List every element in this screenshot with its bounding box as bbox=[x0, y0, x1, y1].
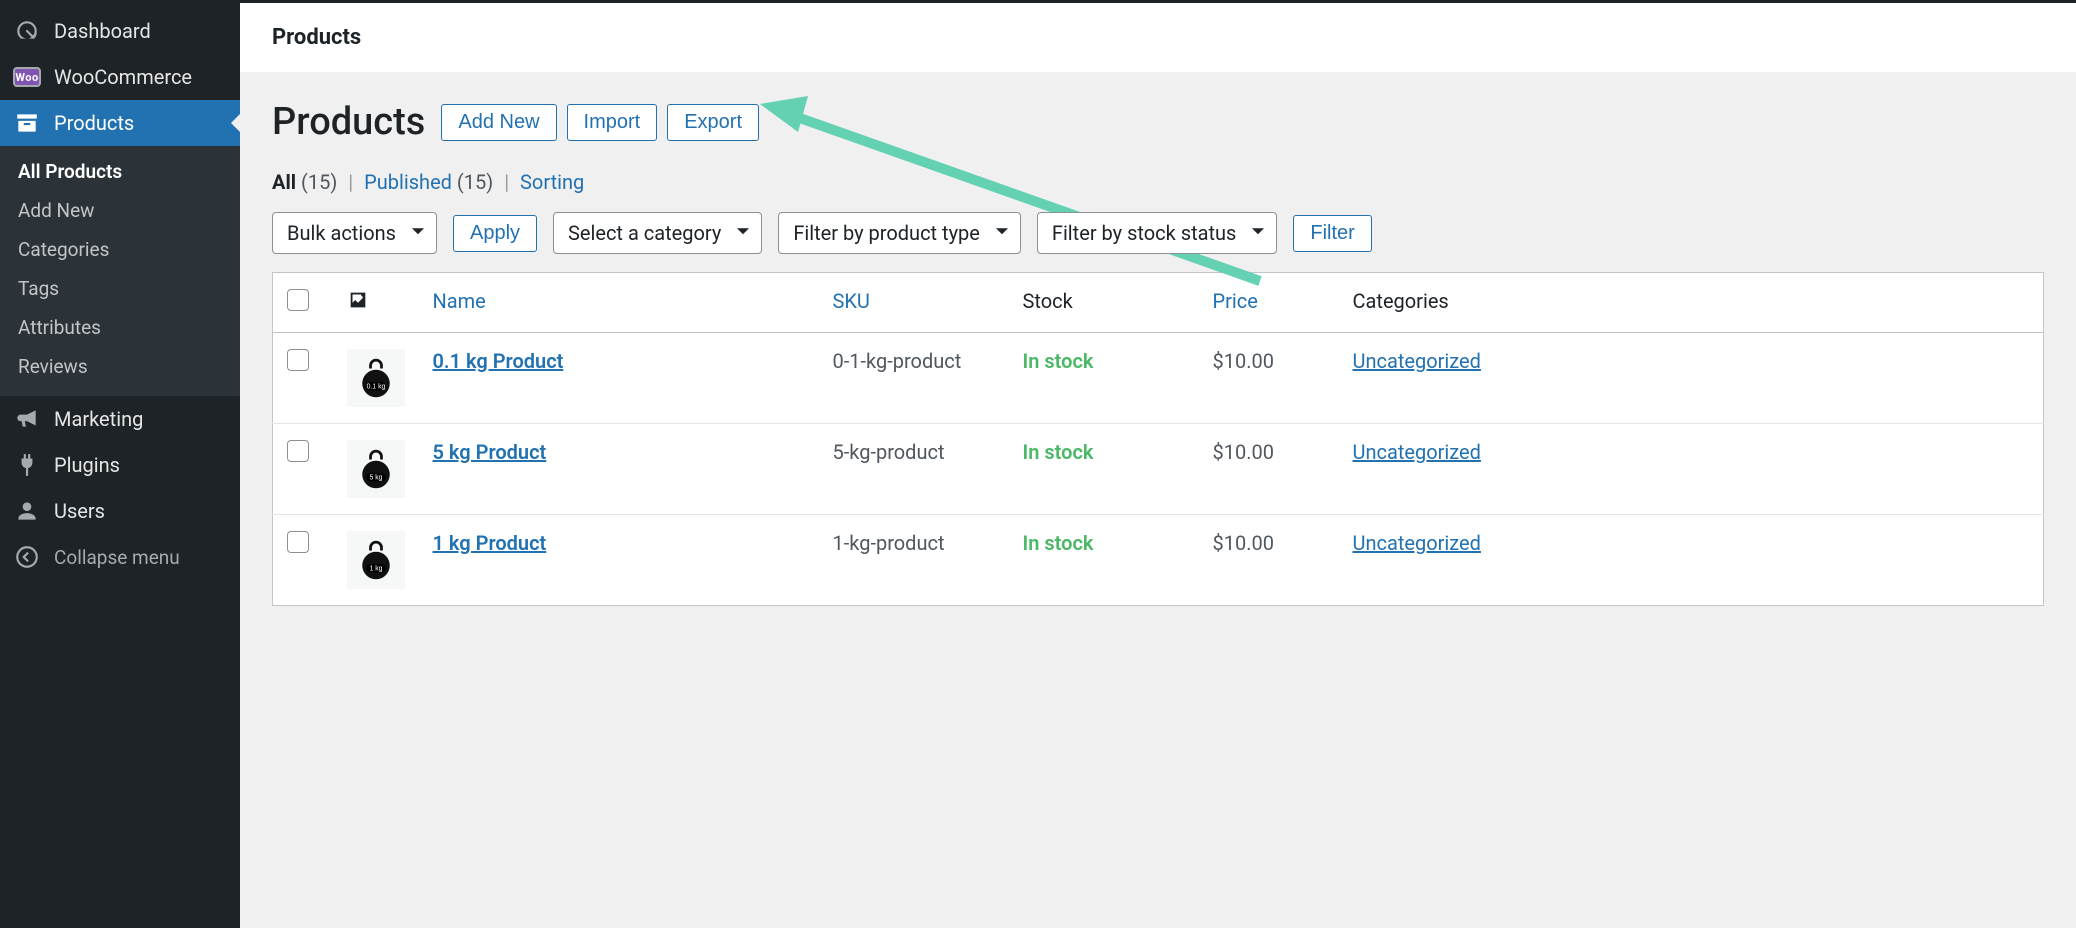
filter-all-label[interactable]: All bbox=[272, 170, 296, 194]
product-sku: 5-kg-product bbox=[819, 424, 1009, 515]
status-filter-links: All (15) | Published (15) | Sorting bbox=[272, 170, 2044, 194]
filter-all-count: (15) bbox=[301, 170, 337, 194]
product-category-link[interactable]: Uncategorized bbox=[1353, 440, 1481, 464]
apply-button[interactable]: Apply bbox=[453, 215, 537, 252]
sidebar-item-dashboard[interactable]: Dashboard bbox=[0, 8, 240, 54]
megaphone-icon bbox=[14, 406, 40, 432]
add-new-button[interactable]: Add New bbox=[441, 104, 556, 141]
product-category-link[interactable]: Uncategorized bbox=[1353, 349, 1481, 373]
products-table: Name SKU Stock Price Categories 0.1 kg 0… bbox=[272, 272, 2044, 606]
product-thumbnail[interactable]: 0.1 kg bbox=[347, 349, 405, 407]
product-thumbnail[interactable]: 5 kg bbox=[347, 440, 405, 498]
user-icon bbox=[14, 498, 40, 524]
stock-status-select[interactable]: Filter by stock status bbox=[1037, 212, 1278, 254]
page-title-row: Products Add New Import Export bbox=[272, 100, 2044, 144]
sidebar-sub-tags[interactable]: Tags bbox=[0, 269, 240, 308]
header-title: Products bbox=[272, 25, 2044, 50]
product-category-link[interactable]: Uncategorized bbox=[1353, 531, 1481, 555]
sidebar-label: WooCommerce bbox=[54, 65, 192, 89]
content-area: Products Add New Import Export All (15) … bbox=[240, 72, 2076, 634]
collapse-icon bbox=[14, 544, 40, 570]
product-type-select[interactable]: Filter by product type bbox=[778, 212, 1021, 254]
svg-text:1 kg: 1 kg bbox=[369, 565, 382, 572]
product-name-link[interactable]: 5 kg Product bbox=[433, 440, 547, 464]
table-row: 1 kg 1 kg Product 1-kg-product In stock … bbox=[273, 515, 2044, 606]
sidebar-label: Plugins bbox=[54, 453, 120, 477]
filters-row: Bulk actions Apply Select a category Fil… bbox=[272, 212, 2044, 254]
header-bar: Products bbox=[240, 0, 2076, 72]
product-stock: In stock bbox=[1023, 531, 1094, 555]
product-sku: 0-1-kg-product bbox=[819, 333, 1009, 424]
main-content: Products Products Add New Import Export … bbox=[240, 0, 2076, 928]
filter-button[interactable]: Filter bbox=[1293, 215, 1371, 252]
filter-sorting[interactable]: Sorting bbox=[520, 170, 584, 194]
sidebar-item-marketing[interactable]: Marketing bbox=[0, 396, 240, 442]
gauge-icon bbox=[14, 18, 40, 44]
sidebar-label: Marketing bbox=[54, 407, 143, 431]
sidebar-label: Dashboard bbox=[54, 19, 151, 43]
row-checkbox[interactable] bbox=[287, 531, 309, 553]
sidebar-label: Collapse menu bbox=[54, 546, 180, 569]
row-checkbox[interactable] bbox=[287, 440, 309, 462]
product-price: $10.00 bbox=[1199, 424, 1339, 515]
sidebar-label: Users bbox=[54, 499, 105, 523]
woocommerce-icon: Woo bbox=[14, 64, 40, 90]
col-header-sku[interactable]: SKU bbox=[819, 273, 1009, 333]
select-all-checkbox[interactable] bbox=[287, 289, 309, 311]
product-thumbnail[interactable]: 1 kg bbox=[347, 531, 405, 589]
category-select[interactable]: Select a category bbox=[553, 212, 762, 254]
bulk-actions-select[interactable]: Bulk actions bbox=[272, 212, 437, 254]
sidebar-submenu-products: All Products Add New Categories Tags Att… bbox=[0, 146, 240, 396]
export-button[interactable]: Export bbox=[667, 104, 759, 141]
product-stock: In stock bbox=[1023, 349, 1094, 373]
product-sku: 1-kg-product bbox=[819, 515, 1009, 606]
sidebar-item-woocommerce[interactable]: Woo WooCommerce bbox=[0, 54, 240, 100]
row-checkbox[interactable] bbox=[287, 349, 309, 371]
table-row: 5 kg 5 kg Product 5-kg-product In stock … bbox=[273, 424, 2044, 515]
col-header-stock: Stock bbox=[1009, 273, 1199, 333]
sidebar-label: Products bbox=[54, 111, 134, 135]
col-header-categories: Categories bbox=[1339, 273, 2044, 333]
col-header-name[interactable]: Name bbox=[419, 273, 819, 333]
product-stock: In stock bbox=[1023, 440, 1094, 464]
page-title: Products bbox=[272, 100, 425, 144]
sidebar-sub-add-new[interactable]: Add New bbox=[0, 191, 240, 230]
svg-text:5 kg: 5 kg bbox=[369, 474, 382, 481]
archive-icon bbox=[14, 110, 40, 136]
sidebar-sub-attributes[interactable]: Attributes bbox=[0, 308, 240, 347]
sidebar-sub-reviews[interactable]: Reviews bbox=[0, 347, 240, 386]
plug-icon bbox=[14, 452, 40, 478]
svg-text:0.1 kg: 0.1 kg bbox=[366, 383, 385, 390]
table-row: 0.1 kg 0.1 kg Product 0-1-kg-product In … bbox=[273, 333, 2044, 424]
sidebar-sub-categories[interactable]: Categories bbox=[0, 230, 240, 269]
image-column-icon bbox=[347, 292, 369, 316]
product-price: $10.00 bbox=[1199, 515, 1339, 606]
product-name-link[interactable]: 1 kg Product bbox=[433, 531, 547, 555]
product-name-link[interactable]: 0.1 kg Product bbox=[433, 349, 564, 373]
filter-published-label[interactable]: Published bbox=[364, 170, 452, 194]
sidebar-item-plugins[interactable]: Plugins bbox=[0, 442, 240, 488]
admin-sidebar: Dashboard Woo WooCommerce Products All P… bbox=[0, 0, 240, 928]
col-header-price[interactable]: Price bbox=[1199, 273, 1339, 333]
sidebar-item-users[interactable]: Users bbox=[0, 488, 240, 534]
filter-published-count: (15) bbox=[457, 170, 493, 194]
import-button[interactable]: Import bbox=[567, 104, 658, 141]
sidebar-sub-all-products[interactable]: All Products bbox=[0, 152, 240, 191]
sidebar-item-collapse[interactable]: Collapse menu bbox=[0, 534, 240, 580]
product-price: $10.00 bbox=[1199, 333, 1339, 424]
sidebar-item-products[interactable]: Products bbox=[0, 100, 240, 146]
